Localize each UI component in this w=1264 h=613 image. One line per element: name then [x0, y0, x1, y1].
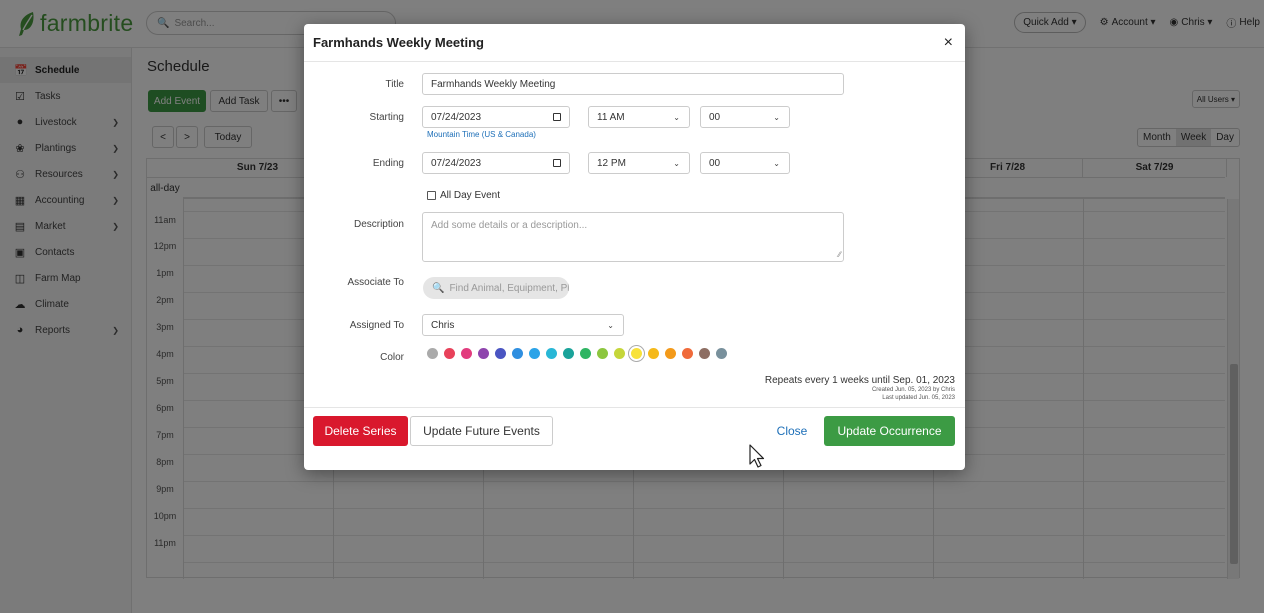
end-minute-select[interactable]: 00 ⌄ [700, 152, 790, 174]
associate-placeholder: Find Animal, Equipment, Pl [449, 282, 569, 294]
assigned-label: Assigned To [349, 320, 404, 331]
color-swatch[interactable] [427, 348, 438, 359]
dialog-header: Farmhands Weekly Meeting × [304, 24, 965, 62]
description-textarea[interactable]: Add some details or a description... ∕∕ [422, 212, 844, 262]
starting-label: Starting [369, 112, 404, 123]
color-swatch[interactable] [597, 348, 608, 359]
color-swatch[interactable] [699, 348, 710, 359]
dialog-title: Farmhands Weekly Meeting [313, 35, 484, 50]
edit-event-dialog: Farmhands Weekly Meeting × Title Farmhan… [304, 24, 965, 470]
description-label: Description [353, 219, 404, 230]
ending-label: Ending [372, 158, 404, 169]
color-swatch[interactable] [716, 348, 727, 359]
color-swatch[interactable] [444, 348, 455, 359]
chevron-down-icon: ⌄ [673, 113, 680, 122]
mouse-pointer-icon [749, 444, 765, 468]
assigned-to-select[interactable]: Chris ⌄ [422, 314, 624, 336]
all-day-label: All Day Event [440, 190, 501, 201]
color-swatch[interactable] [546, 348, 557, 359]
color-swatch[interactable] [563, 348, 574, 359]
associate-search-input[interactable]: 🔍 Find Animal, Equipment, Pl [423, 277, 569, 299]
color-picker [427, 348, 727, 359]
all-day-checkbox[interactable]: All Day Event [427, 190, 500, 201]
start-minute-value: 00 [709, 111, 721, 123]
search-icon: 🔍 [432, 282, 445, 294]
resize-handle-icon[interactable]: ∕∕ [838, 250, 841, 259]
end-minute-value: 00 [709, 157, 721, 169]
color-swatch[interactable] [478, 348, 489, 359]
color-swatch[interactable] [580, 348, 591, 359]
calendar-icon[interactable] [553, 159, 561, 167]
close-icon[interactable]: × [944, 34, 953, 52]
title-label: Title [385, 79, 404, 90]
update-future-events-button[interactable]: Update Future Events [410, 416, 553, 446]
chevron-down-icon: ⌄ [773, 113, 780, 122]
start-hour-value: 11 AM [597, 111, 625, 123]
dialog-footer: Delete Series Update Future Events Close… [304, 407, 965, 470]
update-occurrence-button[interactable]: Update Occurrence [824, 416, 955, 446]
color-swatch[interactable] [461, 348, 472, 359]
start-date-input[interactable]: 07/24/2023 [422, 106, 570, 128]
end-date-input[interactable]: 07/24/2023 [422, 152, 570, 174]
chevron-down-icon: ⌄ [773, 159, 780, 168]
color-swatch[interactable] [665, 348, 676, 359]
color-swatch[interactable] [682, 348, 693, 359]
associate-label: Associate To [347, 277, 404, 288]
updated-text: Last updated Jun. 05, 2023 [882, 395, 955, 401]
end-hour-value: 12 PM [597, 157, 626, 169]
start-hour-select[interactable]: 11 AM ⌄ [588, 106, 690, 128]
chevron-down-icon: ⌄ [673, 159, 680, 168]
delete-series-button[interactable]: Delete Series [313, 416, 408, 446]
created-text: Created Jun. 05, 2023 by Chris [871, 387, 955, 393]
start-date-value: 07/24/2023 [431, 111, 482, 123]
end-hour-select[interactable]: 12 PM ⌄ [588, 152, 690, 174]
start-minute-select[interactable]: 00 ⌄ [700, 106, 790, 128]
description-placeholder: Add some details or a description... [431, 220, 588, 231]
assigned-value: Chris [431, 319, 455, 331]
chevron-down-icon: ⌄ [607, 321, 614, 330]
color-swatch[interactable] [614, 348, 625, 359]
color-label: Color [380, 352, 404, 363]
title-input[interactable]: Farmhands Weekly Meeting [422, 73, 844, 95]
recurrence-info: Repeats every 1 weeks until Sep. 01, 202… [765, 375, 955, 402]
calendar-icon[interactable] [553, 113, 561, 121]
color-swatch[interactable] [495, 348, 506, 359]
close-button[interactable]: Close [772, 416, 812, 446]
checkbox-box[interactable] [427, 191, 436, 200]
color-swatch[interactable] [631, 348, 642, 359]
recurrence-text: Repeats every 1 weeks until Sep. 01, 202… [764, 375, 955, 386]
timezone-link[interactable]: Mountain Time (US & Canada) [427, 130, 536, 139]
color-swatch[interactable] [512, 348, 523, 359]
color-swatch[interactable] [648, 348, 659, 359]
color-swatch[interactable] [529, 348, 540, 359]
end-date-value: 07/24/2023 [431, 157, 482, 169]
